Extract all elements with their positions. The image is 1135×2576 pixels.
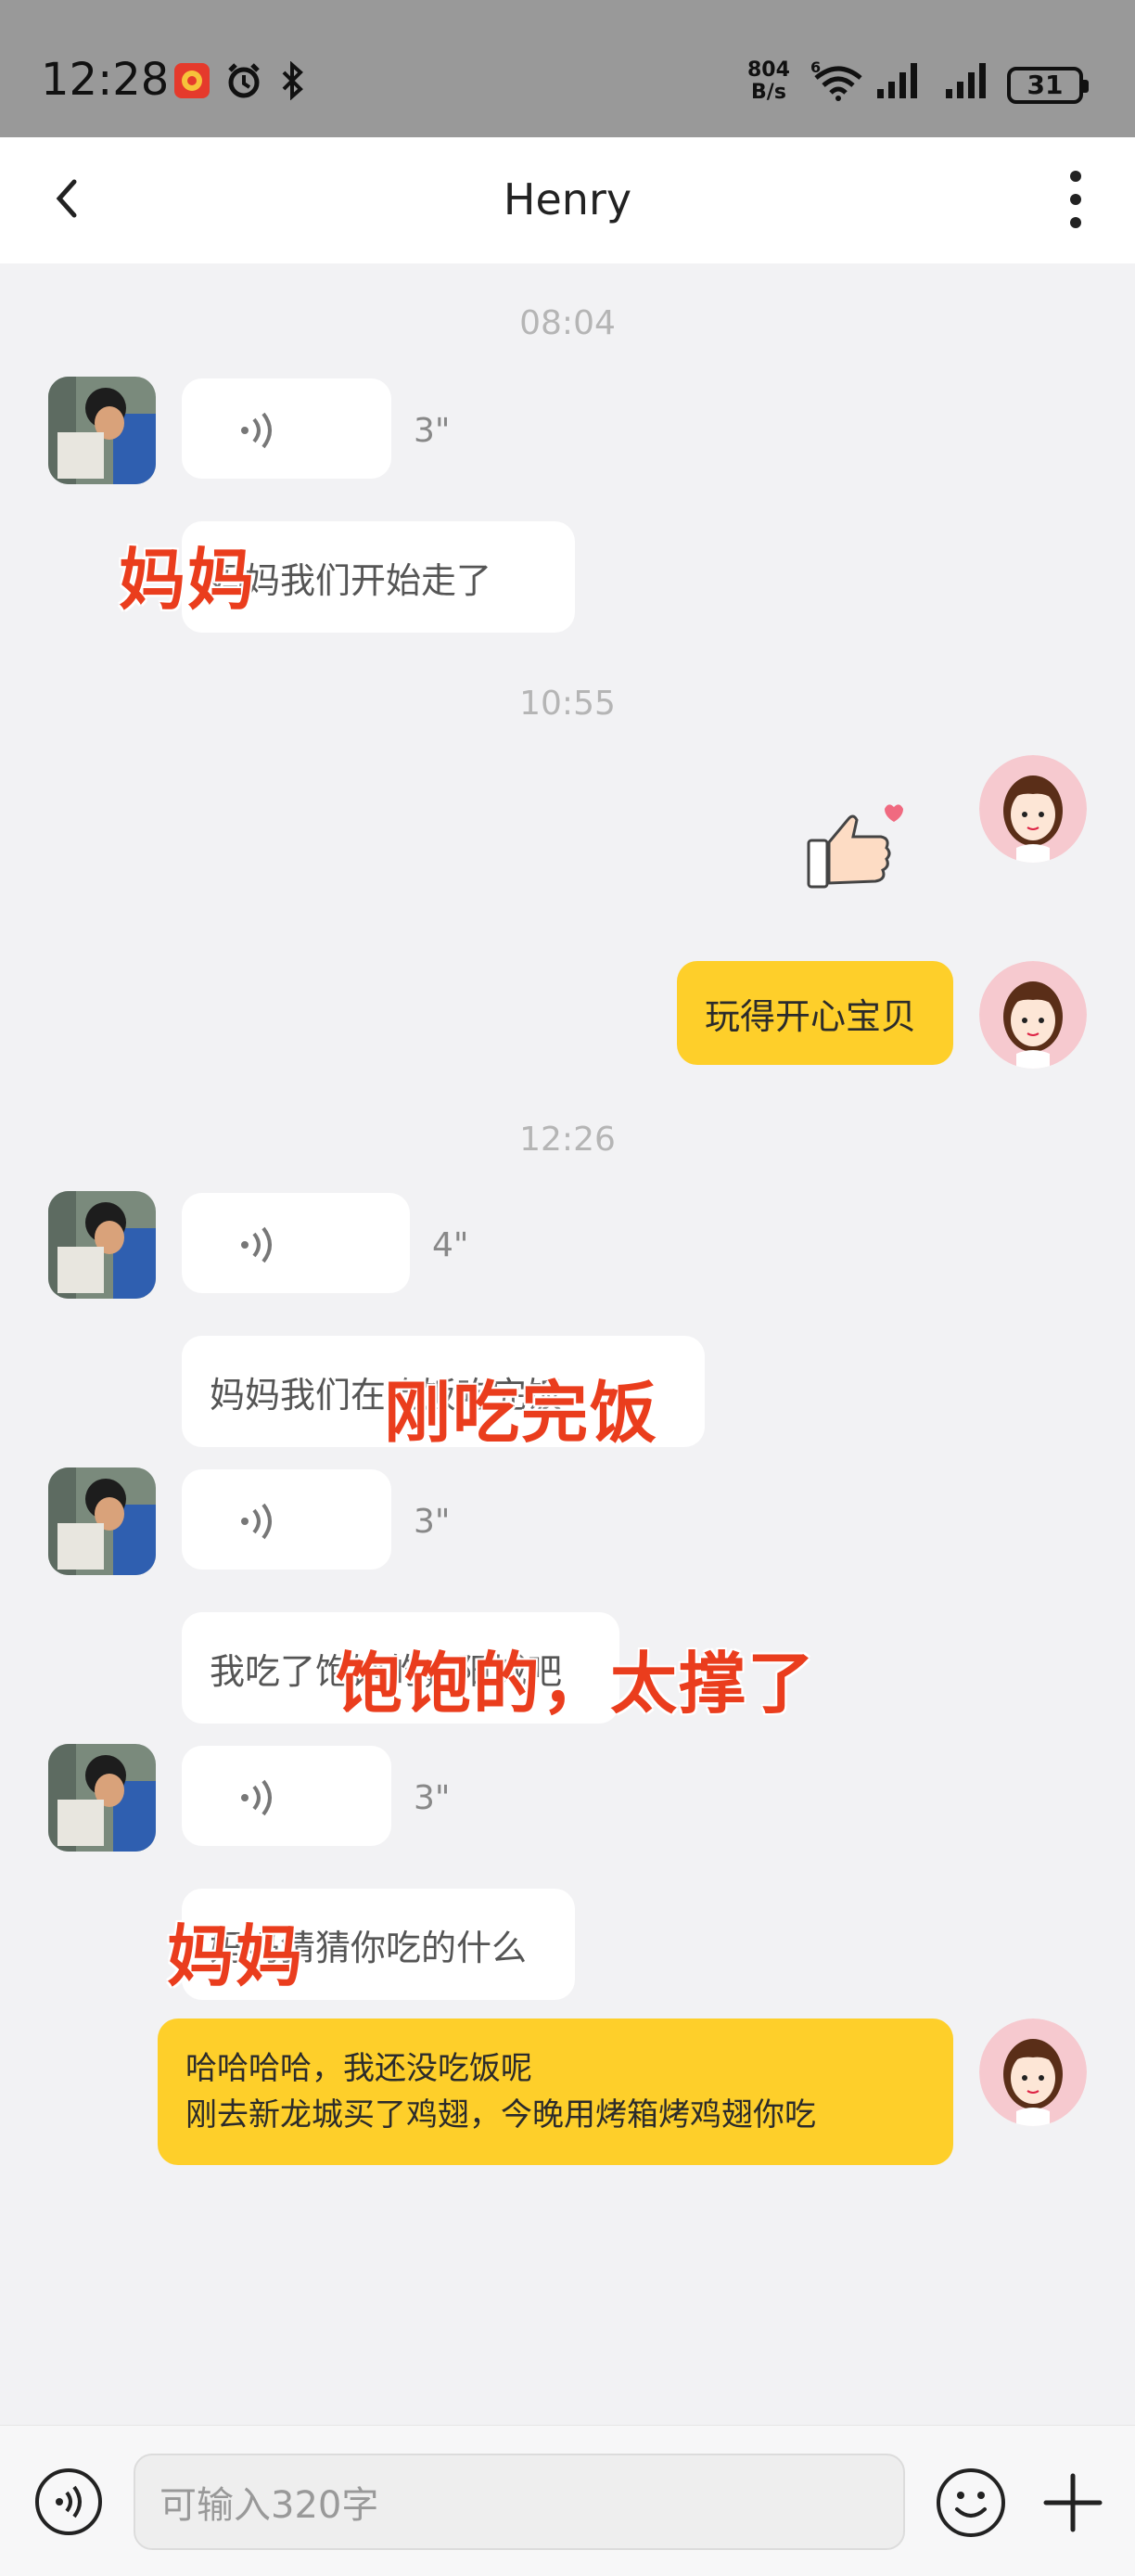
message-input[interactable]: 可输入320字 — [134, 2454, 905, 2550]
my-text-message[interactable]: 玩得开心宝贝 — [677, 961, 953, 1065]
avatar-photo — [48, 1467, 156, 1575]
voice-duration: 3" — [414, 412, 451, 450]
wifi-icon: 6 — [810, 58, 862, 101]
my-avatar[interactable] — [979, 961, 1087, 1069]
voice-wave-icon — [241, 1503, 272, 1540]
voice-message[interactable] — [182, 1746, 391, 1846]
chat-header: Henry — [0, 137, 1135, 263]
caption-overlay: 妈妈 — [167, 1917, 305, 1995]
message-line: 刚去新龙城买了鸡翅，今晚用烤箱烤鸡翅你吃 — [185, 2096, 816, 2134]
avatar-photo — [48, 377, 156, 484]
alarm-icon — [228, 63, 260, 98]
battery-indicator: 31 — [1007, 67, 1089, 104]
input-bar: 可输入320字 — [0, 2425, 1135, 2576]
voice-duration: 3" — [414, 1503, 451, 1541]
more-icon[interactable] — [1065, 167, 1087, 232]
caption-overlay: 饱饱的，太撑了 — [336, 1645, 817, 1723]
thumbs-up-heart-sticker[interactable] — [807, 798, 909, 900]
voice-wave-icon — [241, 1226, 272, 1263]
contact-avatar[interactable] — [48, 1744, 156, 1852]
network-speed: 804 B/s — [747, 58, 790, 104]
voice-wave-icon — [241, 412, 272, 449]
caption-overlay: 妈妈 — [119, 541, 257, 619]
status-bar: 12:28 804 B/s 6 31 — [0, 0, 1135, 137]
avatar-photo — [48, 1744, 156, 1852]
contact-avatar[interactable] — [48, 1467, 156, 1575]
voice-message[interactable] — [182, 378, 391, 479]
avatar-cartoon — [979, 755, 1087, 863]
smiley-face-icon — [955, 2492, 987, 2518]
voice-message[interactable] — [182, 1469, 391, 1570]
voice-duration: 4" — [432, 1226, 469, 1264]
voice-wave-icon — [241, 1779, 272, 1816]
timestamp: 10:55 — [519, 685, 616, 723]
emoji-icon[interactable] — [937, 2468, 1005, 2537]
my-avatar[interactable] — [979, 755, 1087, 863]
contact-avatar[interactable] — [48, 1191, 156, 1299]
signal-2-icon — [946, 63, 986, 98]
app-notification-icon — [174, 63, 210, 98]
signal-1-icon — [877, 63, 917, 98]
avatar-cartoon — [979, 961, 1087, 1069]
avatar-cartoon — [979, 2019, 1087, 2126]
plus-icon[interactable] — [1040, 2470, 1105, 2535]
my-avatar[interactable] — [979, 2019, 1087, 2126]
status-time: 12:28 — [41, 54, 170, 106]
message-line: 哈哈哈哈，我还没吃饭呢 — [185, 2050, 532, 2087]
my-text-message[interactable]: 哈哈哈哈，我还没吃饭呢 刚去新龙城买了鸡翅，今晚用烤箱烤鸡翅你吃 — [158, 2019, 953, 2165]
voice-duration: 3" — [414, 1779, 451, 1817]
voice-toggle-icon[interactable] — [35, 2468, 102, 2535]
voice-message[interactable] — [182, 1193, 410, 1293]
avatar-photo — [48, 1191, 156, 1299]
chat-title: Henry — [503, 174, 632, 224]
bluetooth-icon — [282, 61, 303, 100]
voice-wave-icon — [56, 2485, 82, 2518]
caption-overlay: 刚吃完饭 — [384, 1374, 659, 1452]
timestamp: 08:04 — [519, 304, 616, 342]
contact-avatar[interactable] — [48, 377, 156, 484]
timestamp: 12:26 — [519, 1121, 616, 1159]
